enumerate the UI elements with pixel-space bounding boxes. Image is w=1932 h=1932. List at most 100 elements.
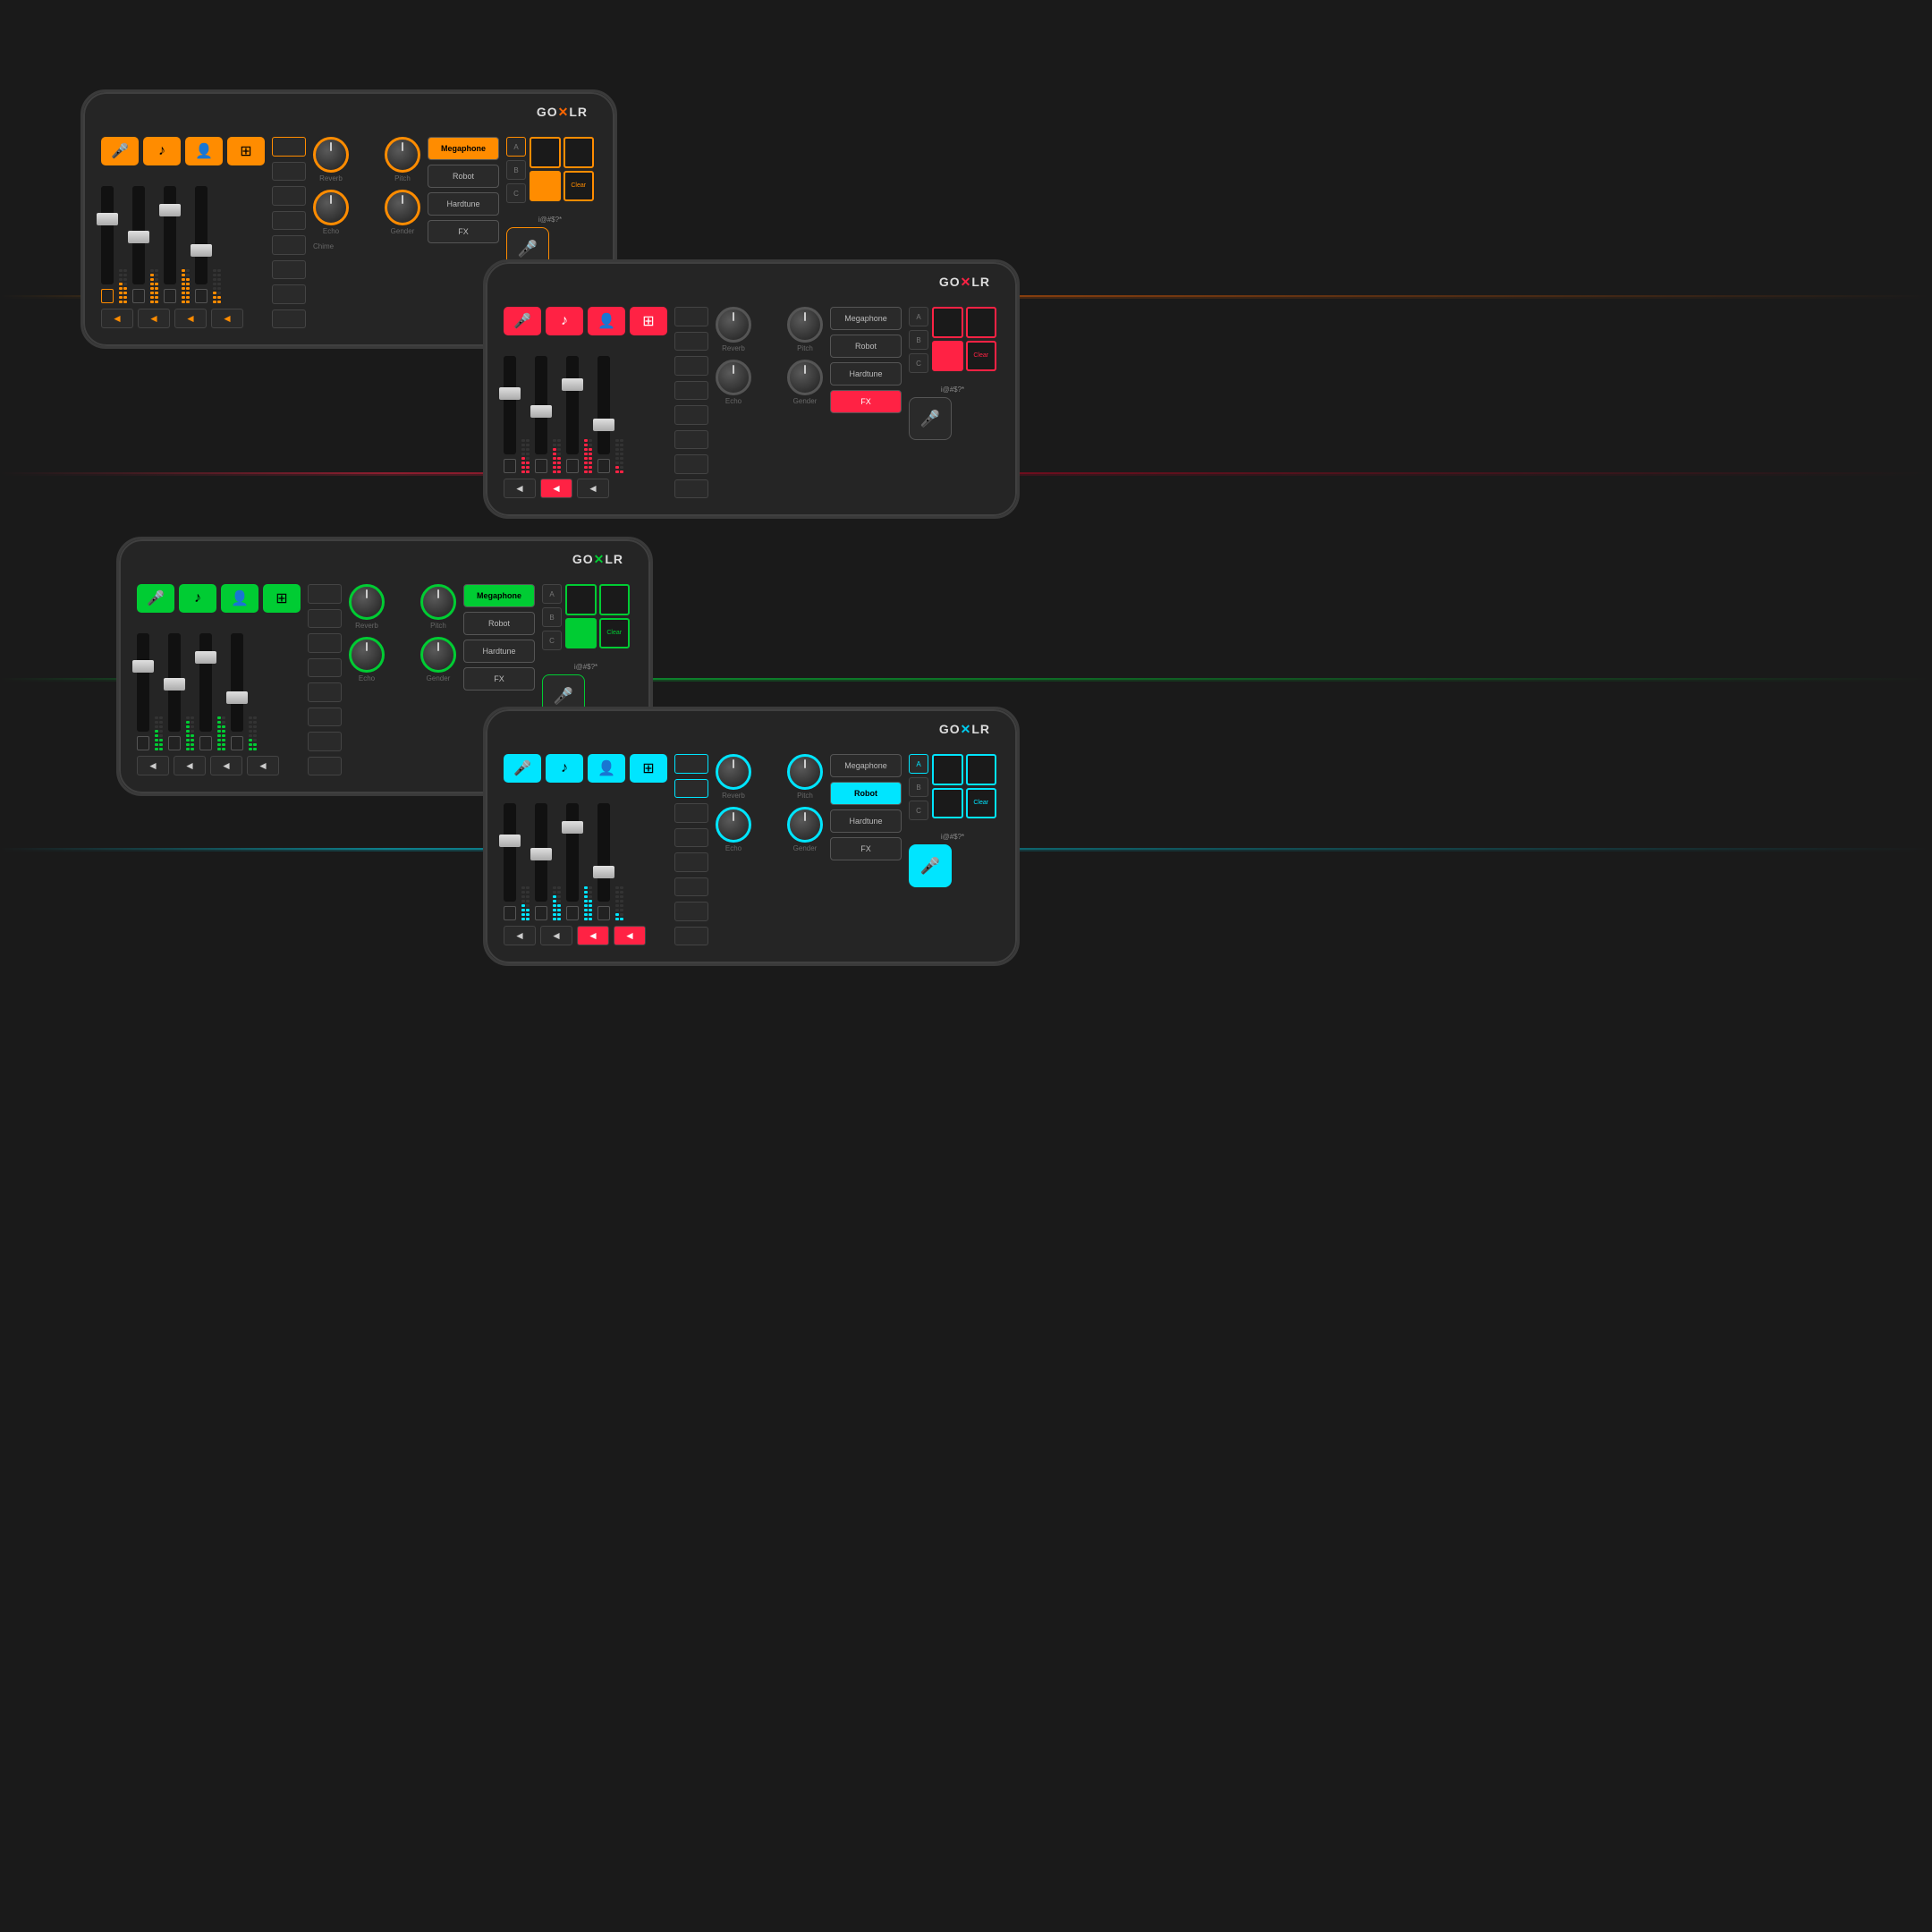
side-btn-2-green[interactable] bbox=[308, 609, 342, 629]
transport-btn-1-cyan[interactable]: ◄ bbox=[504, 926, 536, 945]
sample-clear-green[interactable]: Clear bbox=[599, 618, 631, 649]
efx-fx-red[interactable]: FX bbox=[830, 390, 902, 413]
side-btn-3-green[interactable] bbox=[308, 633, 342, 653]
side-btn-5-red[interactable] bbox=[674, 405, 708, 425]
efx-megaphone-green[interactable]: Megaphone bbox=[463, 584, 535, 607]
efx-fx-orange[interactable]: FX bbox=[428, 220, 499, 243]
fader-handle-3-red[interactable] bbox=[562, 378, 583, 391]
abc-c-red[interactable]: C bbox=[909, 353, 928, 373]
fader-handle-2-red[interactable] bbox=[530, 405, 552, 418]
sample-pad-1-red[interactable] bbox=[932, 307, 963, 338]
efx-robot-cyan[interactable]: Robot bbox=[830, 782, 902, 805]
side-btn-1-red[interactable] bbox=[674, 307, 708, 326]
fader-handle-2-green[interactable] bbox=[164, 678, 185, 691]
side-btn-6-red[interactable] bbox=[674, 430, 708, 450]
sample-pad-3-red[interactable] bbox=[932, 341, 963, 372]
side-btn-2-cyan[interactable] bbox=[674, 779, 708, 799]
transport-btn-2-cyan[interactable]: ◄ bbox=[540, 926, 572, 945]
side-btn-1-green[interactable] bbox=[308, 584, 342, 604]
efx-hardtune-green[interactable]: Hardtune bbox=[463, 640, 535, 663]
efx-robot-green[interactable]: Robot bbox=[463, 612, 535, 635]
transport-btn-2-orange[interactable]: ◄ bbox=[138, 309, 170, 328]
side-btn-7-orange[interactable] bbox=[272, 284, 306, 304]
abc-b-orange[interactable]: B bbox=[506, 160, 526, 180]
sample-pad-2-red[interactable] bbox=[966, 307, 997, 338]
efx-megaphone-orange[interactable]: Megaphone bbox=[428, 137, 499, 160]
fader-handle-3-orange[interactable] bbox=[159, 204, 181, 216]
fader-handle-4-orange[interactable] bbox=[191, 244, 212, 257]
fader-mute-3-orange[interactable] bbox=[164, 289, 176, 303]
transport-btn-2-red[interactable]: ◄ bbox=[540, 479, 572, 498]
knob-reverb-cyan[interactable] bbox=[716, 754, 751, 790]
side-btn-8-green[interactable] bbox=[308, 757, 342, 776]
side-btn-2-red[interactable] bbox=[674, 332, 708, 352]
efx-fx-green[interactable]: FX bbox=[463, 667, 535, 691]
abc-a-orange[interactable]: A bbox=[506, 137, 526, 157]
efx-hardtune-red[interactable]: Hardtune bbox=[830, 362, 902, 386]
abc-c-orange[interactable]: C bbox=[506, 183, 526, 203]
side-btn-6-cyan[interactable] bbox=[674, 877, 708, 897]
sample-pad-2-orange[interactable] bbox=[564, 137, 595, 168]
fader-handle-3-green[interactable] bbox=[195, 651, 216, 664]
side-btn-3-orange[interactable] bbox=[272, 186, 306, 206]
abc-c-cyan[interactable]: C bbox=[909, 801, 928, 820]
abc-c-green[interactable]: C bbox=[542, 631, 562, 650]
fader-handle-1-cyan[interactable] bbox=[499, 835, 521, 847]
side-btn-7-green[interactable] bbox=[308, 732, 342, 751]
mic-mute-cyan[interactable]: 🎤 bbox=[909, 844, 952, 887]
knob-gender-red[interactable] bbox=[787, 360, 823, 395]
abc-a-green[interactable]: A bbox=[542, 584, 562, 604]
sample-pad-2-cyan[interactable] bbox=[966, 754, 997, 785]
side-btn-3-red[interactable] bbox=[674, 356, 708, 376]
efx-megaphone-red[interactable]: Megaphone bbox=[830, 307, 902, 330]
transport-btn-3-green[interactable]: ◄ bbox=[210, 756, 242, 775]
side-btn-6-green[interactable] bbox=[308, 708, 342, 727]
fader-handle-2-cyan[interactable] bbox=[530, 848, 552, 860]
transport-btn-3-orange[interactable]: ◄ bbox=[174, 309, 207, 328]
knob-reverb-green[interactable] bbox=[349, 584, 385, 620]
knob-echo-orange[interactable] bbox=[313, 190, 349, 225]
side-btn-4-orange[interactable] bbox=[272, 211, 306, 231]
knob-gender-orange[interactable] bbox=[385, 190, 420, 225]
side-btn-4-green[interactable] bbox=[308, 658, 342, 678]
side-btn-5-cyan[interactable] bbox=[674, 852, 708, 872]
fader-handle-4-green[interactable] bbox=[226, 691, 248, 704]
fader-handle-3-cyan[interactable] bbox=[562, 821, 583, 834]
fader-handle-1-green[interactable] bbox=[132, 660, 154, 673]
side-btn-1-cyan[interactable] bbox=[674, 754, 708, 774]
sample-clear-red[interactable]: Clear bbox=[966, 341, 997, 372]
transport-btn-1-orange[interactable]: ◄ bbox=[101, 309, 133, 328]
knob-reverb-orange[interactable] bbox=[313, 137, 349, 173]
abc-b-green[interactable]: B bbox=[542, 607, 562, 627]
efx-fx-cyan[interactable]: FX bbox=[830, 837, 902, 860]
efx-robot-orange[interactable]: Robot bbox=[428, 165, 499, 188]
fader-mute-1-orange[interactable] bbox=[101, 289, 114, 303]
side-btn-6-orange[interactable] bbox=[272, 260, 306, 280]
knob-pitch-orange[interactable] bbox=[385, 137, 420, 173]
sample-pad-3-orange[interactable] bbox=[530, 171, 561, 202]
fader-handle-1-orange[interactable] bbox=[97, 213, 118, 225]
abc-a-cyan[interactable]: A bbox=[909, 754, 928, 774]
sample-clear-cyan[interactable]: Clear bbox=[966, 788, 997, 819]
sample-pad-3-cyan[interactable] bbox=[932, 788, 963, 819]
fader-handle-4-cyan[interactable] bbox=[593, 866, 614, 878]
knob-echo-red[interactable] bbox=[716, 360, 751, 395]
side-btn-7-cyan[interactable] bbox=[674, 902, 708, 921]
mic-mute-red[interactable]: 🎤 bbox=[909, 397, 952, 440]
sample-pad-1-orange[interactable] bbox=[530, 137, 561, 168]
knob-gender-green[interactable] bbox=[420, 637, 456, 673]
sample-pad-1-cyan[interactable] bbox=[932, 754, 963, 785]
efx-hardtune-cyan[interactable]: Hardtune bbox=[830, 809, 902, 833]
knob-gender-cyan[interactable] bbox=[787, 807, 823, 843]
side-btn-1-orange[interactable] bbox=[272, 137, 306, 157]
abc-b-cyan[interactable]: B bbox=[909, 777, 928, 797]
side-btn-8-orange[interactable] bbox=[272, 309, 306, 329]
fader-handle-1-red[interactable] bbox=[499, 387, 521, 400]
efx-hardtune-orange[interactable]: Hardtune bbox=[428, 192, 499, 216]
efx-robot-red[interactable]: Robot bbox=[830, 335, 902, 358]
side-btn-5-green[interactable] bbox=[308, 682, 342, 702]
fader-mute-4-orange[interactable] bbox=[195, 289, 208, 303]
knob-pitch-cyan[interactable] bbox=[787, 754, 823, 790]
side-btn-7-red[interactable] bbox=[674, 454, 708, 474]
side-btn-8-cyan[interactable] bbox=[674, 927, 708, 946]
